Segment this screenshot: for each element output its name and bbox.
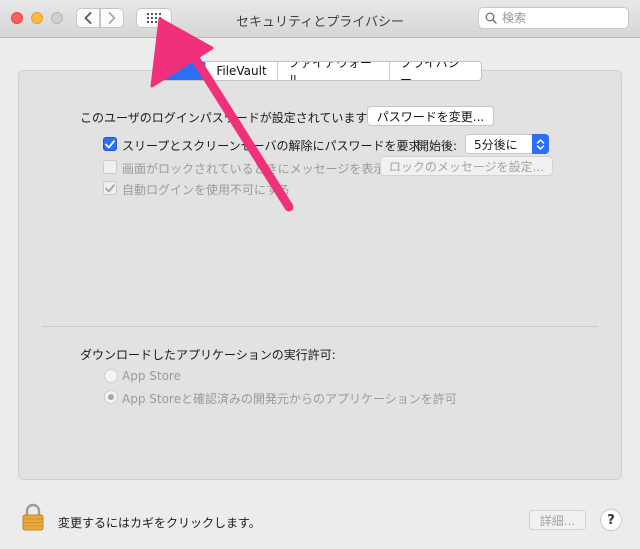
radio-app-store-identified-label: App Storeと確認済みの開発元からのアプリケーションを許可 bbox=[122, 392, 457, 406]
checkmark-icon bbox=[105, 183, 115, 192]
magnifier-icon bbox=[485, 12, 497, 24]
popup-arrows-icon bbox=[532, 134, 549, 154]
change-password-button[interactable]: パスワードを変更... bbox=[367, 106, 494, 126]
lock-message-button[interactable]: ロックのメッセージを設定... bbox=[380, 156, 553, 176]
tab-firewall[interactable]: ファイアウォール bbox=[277, 62, 389, 80]
lock-hint-text: 変更するにはカギをクリックします。 bbox=[58, 516, 261, 530]
tab-general[interactable] bbox=[159, 62, 205, 80]
start-after-label: 開始後: bbox=[417, 139, 458, 153]
require-password-label: スリープとスクリーンセーバの解除にパスワードを要求 bbox=[122, 139, 421, 153]
checkmark-icon bbox=[105, 139, 115, 148]
advanced-button[interactable]: 詳細... bbox=[529, 510, 586, 530]
section-divider bbox=[42, 326, 598, 327]
tab-privacy[interactable]: プライバシー bbox=[389, 62, 481, 80]
radio-selected-dot bbox=[108, 394, 114, 400]
disable-autologin-checkbox[interactable] bbox=[103, 181, 117, 195]
title-bar: セキュリティとプライバシー bbox=[0, 0, 640, 38]
radio-app-store-identified[interactable] bbox=[104, 390, 118, 404]
start-after-value: 5分後に bbox=[474, 137, 518, 152]
content-panel bbox=[18, 70, 622, 480]
require-password-checkbox[interactable] bbox=[103, 137, 117, 151]
search-field[interactable] bbox=[478, 7, 629, 29]
tab-filevault[interactable]: FileVault bbox=[205, 62, 277, 80]
password-set-label: このユーザのログインパスワードが設定されています bbox=[80, 111, 368, 125]
tab-bar: FileVault ファイアウォール プライバシー bbox=[158, 61, 482, 81]
padlock-icon[interactable] bbox=[22, 503, 44, 531]
radio-app-store[interactable] bbox=[104, 369, 118, 383]
start-after-select[interactable]: 5分後に bbox=[465, 134, 549, 154]
search-input[interactable] bbox=[502, 11, 622, 25]
disable-autologin-label: 自動ログインを使用不可にする bbox=[122, 183, 291, 197]
lock-message-checkbox[interactable] bbox=[103, 160, 117, 174]
help-button[interactable]: ? bbox=[600, 509, 622, 531]
radio-app-store-label: App Store bbox=[122, 369, 181, 383]
downloads-heading: ダウンロードしたアプリケーションの実行許可: bbox=[80, 348, 336, 362]
lock-message-label: 画面がロックされているときにメッセージを表示 bbox=[122, 162, 386, 176]
